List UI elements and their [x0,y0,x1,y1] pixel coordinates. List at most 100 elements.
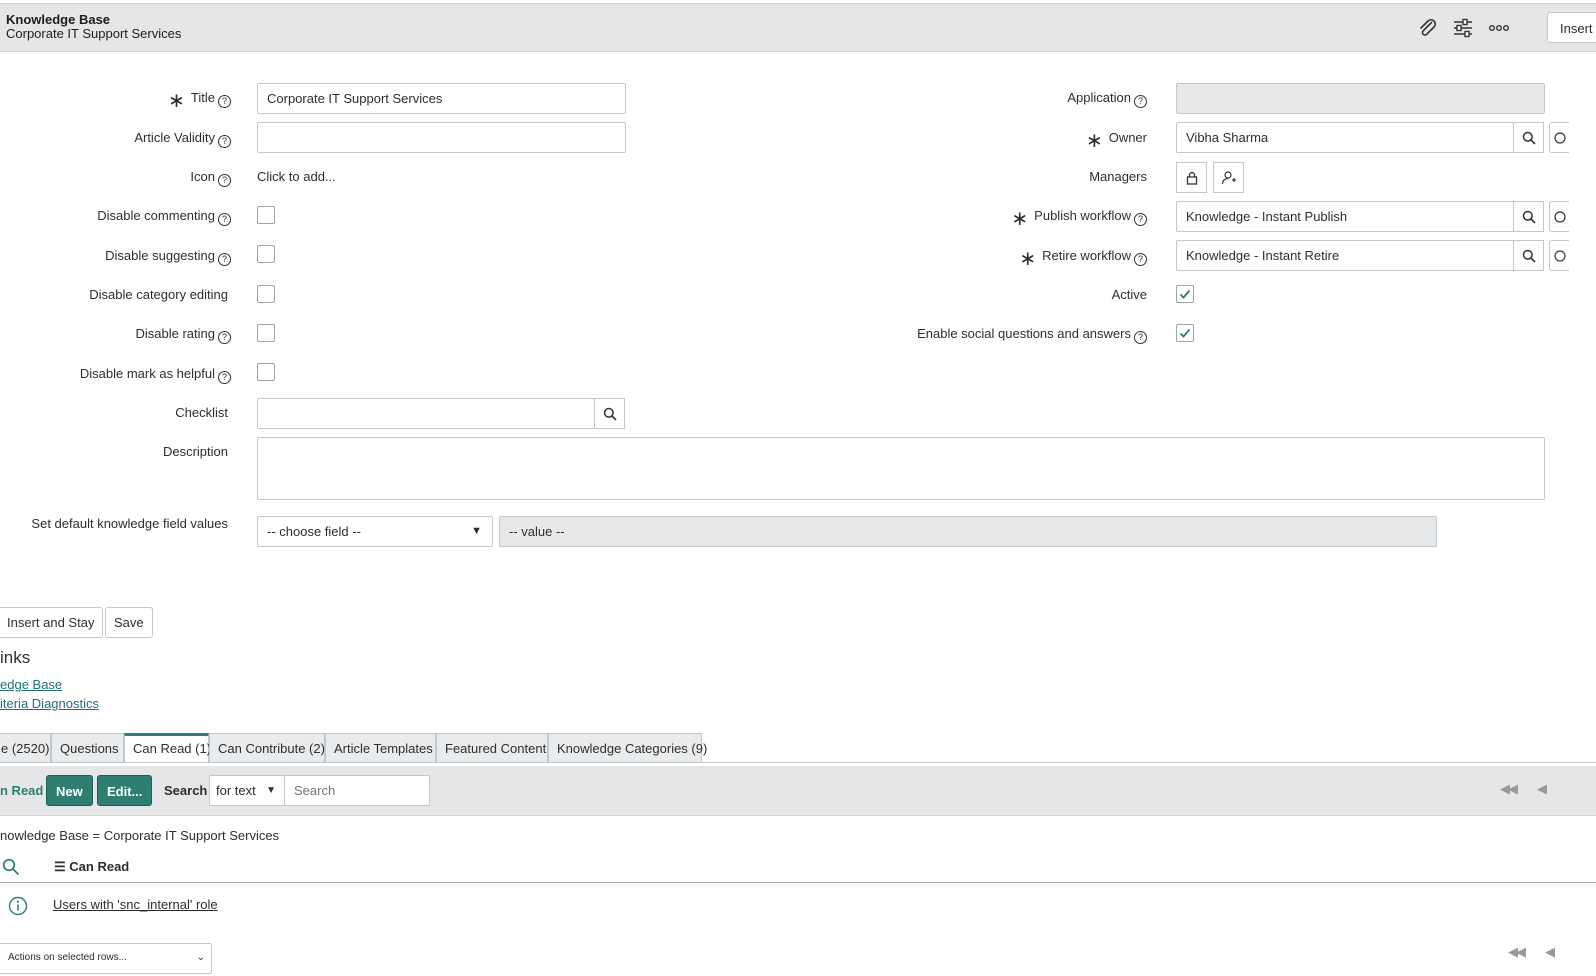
add-user-icon [1221,170,1236,184]
header-subtitle: Corporate IT Support Services [6,26,182,41]
disable-commenting-checkbox[interactable] [257,206,275,224]
save-button[interactable]: Save [105,607,153,638]
insert-and-stay-button[interactable]: Insert and Stay [0,607,104,638]
tab-can-read[interactable]: Can Read (1) [124,733,211,763]
publish-workflow-input[interactable]: Knowledge - Instant Publish [1176,201,1514,232]
help-icon[interactable]: ? [218,135,231,148]
retire-workflow-input[interactable]: Knowledge - Instant Retire [1176,240,1514,271]
list-filter-breadcrumb[interactable]: nowledge Base = Corporate IT Support Ser… [0,828,279,843]
sliders-icon[interactable] [1449,14,1477,42]
help-icon[interactable]: ? [218,331,231,344]
related-link-criteria-diagnostics[interactable]: iteria Diagnostics [0,696,99,711]
help-icon[interactable]: ? [218,95,231,108]
column-menu-icon[interactable]: ☰ [54,859,66,874]
article-validity-input[interactable] [257,122,626,153]
required-icon: ∗ [1019,248,1037,270]
search-icon [1522,210,1536,224]
tab-divider [0,762,1596,763]
managers-label: Managers [1089,169,1147,184]
managers-add-user-button[interactable] [1213,162,1244,193]
info-icon [1554,210,1566,223]
help-icon[interactable]: ? [1134,95,1147,108]
first-page-icon[interactable]: ◀◀ [1500,781,1518,797]
title-input[interactable]: Corporate IT Support Services [257,83,626,114]
header-divider [0,882,1596,883]
lock-icon [1186,171,1197,185]
help-icon[interactable]: ? [218,174,231,187]
checklist-label: Checklist [175,405,228,420]
search-icon [1522,249,1536,263]
required-icon: ∗ [168,90,185,112]
choose-field-select[interactable]: -- choose field -- ▼ [257,516,493,547]
previous-page-icon-bottom[interactable]: ◀ [1545,944,1555,960]
publish-info-button[interactable] [1549,201,1569,232]
social-qa-checkbox[interactable] [1176,324,1194,342]
disable-rating-checkbox[interactable] [257,324,275,342]
disable-mark-helpful-checkbox[interactable] [257,363,275,381]
search-icon [603,407,617,421]
managers-lock-button[interactable] [1176,162,1207,193]
help-icon[interactable]: ? [218,371,231,384]
related-link-knowledge-base[interactable]: edge Base [0,677,62,692]
column-search-icon[interactable] [2,858,20,879]
header-title: Knowledge Base [6,12,111,27]
new-button[interactable]: New [46,775,93,806]
active-checkbox[interactable] [1176,285,1194,303]
form-header: Knowledge Base Corporate IT Support Serv… [0,3,1596,52]
tab-article-templates[interactable]: Article Templates [325,733,436,763]
help-icon[interactable]: ? [1134,253,1147,266]
required-icon: ∗ [1085,130,1103,152]
description-textarea[interactable] [257,437,1545,500]
related-links-heading: inks [0,648,31,667]
checklist-search-button[interactable] [594,398,625,429]
title-label: ∗ Title? [168,90,231,111]
actions-select[interactable]: Actions on selected rows... ⌄ [0,943,212,974]
search-label: Search [164,783,208,798]
default-values-label: Set default knowledge field values [31,516,228,531]
owner-search-button[interactable] [1513,122,1544,153]
search-type-select[interactable]: for text ▼ [209,775,285,806]
info-icon [1554,249,1566,262]
check-icon [1179,289,1191,299]
retire-search-button[interactable] [1513,240,1544,271]
publish-search-button[interactable] [1513,201,1544,232]
application-label: Application? [1067,90,1147,108]
tab-featured-content[interactable]: Featured Content [436,733,548,763]
icon-label: Icon? [190,169,231,187]
disable-category-editing-label: Disable category editing [89,287,228,302]
dropdown-arrow-icon: ▼ [471,525,482,537]
tab-articles[interactable]: e (2520) [0,733,51,763]
help-icon[interactable]: ? [1134,213,1147,226]
tab-questions[interactable]: Questions [51,733,124,763]
owner-info-button[interactable] [1549,122,1569,153]
paperclip-icon[interactable] [1413,14,1441,42]
insert-button[interactable]: Insert [1547,12,1596,43]
required-icon: ∗ [1011,208,1029,230]
column-header-can-read[interactable]: ☰ Can Read [54,859,129,875]
help-icon[interactable]: ? [1134,331,1147,344]
list-title[interactable]: n Read [0,783,43,798]
disable-rating-label: Disable rating? [136,326,231,344]
retire-workflow-label: ∗ Retire workflow? [1019,248,1147,269]
icon-add-link[interactable]: Click to add... [257,169,336,184]
tab-can-contribute[interactable]: Can Contribute (2) [209,733,325,763]
tab-knowledge-categories[interactable]: Knowledge Categories (9) [548,733,707,763]
edit-button[interactable]: Edit... [97,775,153,806]
owner-input[interactable]: Vibha Sharma [1176,122,1514,153]
row-info-icon[interactable] [8,896,28,919]
disable-suggesting-checkbox[interactable] [257,245,275,263]
disable-category-editing-checkbox[interactable] [257,285,275,303]
more-icon[interactable] [1485,14,1513,42]
previous-page-icon[interactable]: ◀ [1537,781,1547,797]
first-page-icon-bottom[interactable]: ◀◀ [1508,944,1526,960]
retire-info-button[interactable] [1549,240,1569,271]
checklist-input[interactable] [257,398,595,429]
table-row-link[interactable]: Users with 'snc_internal' role [53,897,218,912]
help-icon[interactable]: ? [218,253,231,266]
dropdown-arrow-icon: ▼ [266,785,276,796]
article-validity-label: Article Validity? [134,130,231,148]
help-icon[interactable]: ? [218,213,231,226]
active-label: Active [1111,287,1147,302]
disable-mark-helpful-label: Disable mark as helpful? [80,366,231,384]
list-search-input[interactable]: Search [284,775,430,806]
